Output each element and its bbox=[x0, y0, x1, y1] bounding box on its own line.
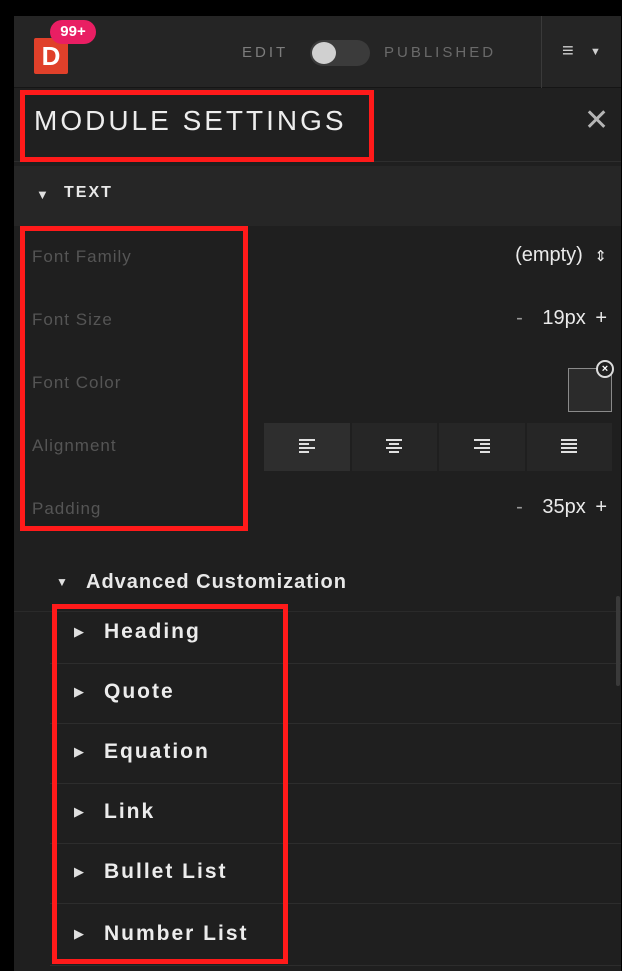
padding-label: Padding bbox=[32, 499, 102, 518]
advanced-item-label: Quote bbox=[104, 680, 175, 703]
align-justify-icon bbox=[561, 439, 578, 453]
alignment-button-group bbox=[264, 423, 612, 471]
align-center-icon bbox=[386, 439, 403, 453]
caret-down-icon: ▼ bbox=[590, 46, 601, 58]
padding-decrease-button[interactable]: - bbox=[516, 496, 523, 518]
advanced-item-number-list[interactable]: ▶ Number List bbox=[50, 906, 621, 966]
align-left-icon bbox=[298, 439, 315, 453]
advanced-item-quote[interactable]: ▶ Quote bbox=[50, 664, 621, 724]
advanced-item-label: Heading bbox=[104, 620, 201, 643]
advanced-item-label: Link bbox=[104, 800, 156, 823]
font-size-decrease-button[interactable]: - bbox=[516, 307, 523, 329]
caret-right-icon: ▶ bbox=[74, 926, 84, 941]
font-size-stepper: - 19px + bbox=[516, 307, 607, 330]
font-family-label: Font Family bbox=[32, 247, 132, 266]
alignment-label: Alignment bbox=[32, 436, 117, 455]
sort-arrows-icon: ⇕ bbox=[594, 248, 607, 265]
caret-down-icon: ▼ bbox=[36, 187, 49, 202]
toggle-knob bbox=[312, 42, 336, 64]
advanced-customization-title: Advanced Customization bbox=[86, 571, 347, 593]
hamburger-menu-icon: ≡ bbox=[562, 40, 574, 62]
align-justify-button[interactable] bbox=[526, 423, 612, 471]
font-family-value: (empty) bbox=[515, 244, 583, 266]
alignment-row: Alignment bbox=[14, 415, 621, 477]
advanced-item-label: Bullet List bbox=[104, 860, 228, 883]
text-section-header[interactable]: ▼ TEXT bbox=[14, 166, 621, 226]
edit-label: EDIT bbox=[242, 44, 289, 61]
logo-letter: D bbox=[41, 41, 61, 71]
caret-right-icon: ▶ bbox=[74, 684, 84, 699]
font-size-increase-button[interactable]: + bbox=[595, 307, 607, 329]
font-size-row: Font Size - 19px + bbox=[14, 289, 621, 351]
advanced-item-equation[interactable]: ▶ Equation bbox=[50, 724, 621, 784]
font-size-value[interactable]: 19px bbox=[542, 307, 585, 329]
advanced-item-heading[interactable]: ▶ Heading bbox=[50, 604, 621, 664]
font-family-row: Font Family (empty) ⇕ bbox=[14, 226, 621, 288]
caret-right-icon: ▶ bbox=[74, 864, 84, 879]
builder-panel: D 99+ EDIT PUBLISHED ≡ ▼ MODULE SETTINGS… bbox=[14, 16, 621, 971]
align-right-icon bbox=[473, 439, 490, 453]
close-icon[interactable]: ✕ bbox=[584, 103, 609, 138]
advanced-item-label: Equation bbox=[104, 740, 210, 763]
edit-publish-toggle[interactable] bbox=[310, 40, 370, 66]
top-bar: D 99+ EDIT PUBLISHED ≡ ▼ bbox=[14, 16, 621, 88]
padding-stepper: - 35px + bbox=[516, 496, 607, 519]
caret-right-icon: ▶ bbox=[74, 804, 84, 819]
main-menu-button[interactable]: ≡ ▼ bbox=[554, 38, 614, 68]
advanced-item-link[interactable]: ▶ Link bbox=[50, 784, 621, 844]
align-left-button[interactable] bbox=[264, 423, 350, 471]
module-settings-header: MODULE SETTINGS ✕ bbox=[14, 88, 621, 162]
advanced-item-bullet-list[interactable]: ▶ Bullet List bbox=[50, 844, 621, 904]
published-label: PUBLISHED bbox=[384, 44, 497, 61]
align-center-button[interactable] bbox=[351, 423, 437, 471]
notification-badge[interactable]: 99+ bbox=[50, 20, 96, 44]
padding-increase-button[interactable]: + bbox=[595, 496, 607, 518]
caret-right-icon: ▶ bbox=[74, 624, 84, 639]
padding-value[interactable]: 35px bbox=[542, 496, 585, 518]
advanced-item-label: Number List bbox=[104, 922, 249, 945]
caret-down-icon: ▼ bbox=[56, 575, 68, 589]
menu-divider bbox=[541, 16, 542, 88]
padding-row: Padding - 35px + bbox=[14, 478, 621, 540]
panel-scrollbar[interactable] bbox=[616, 596, 620, 686]
page-title: MODULE SETTINGS bbox=[34, 105, 347, 136]
font-size-label: Font Size bbox=[32, 310, 113, 329]
align-right-button[interactable] bbox=[439, 423, 525, 471]
clear-color-icon[interactable]: × bbox=[596, 360, 614, 378]
font-color-label: Font Color bbox=[32, 373, 122, 392]
font-family-select[interactable]: (empty) ⇕ bbox=[515, 244, 607, 267]
font-color-row: Font Color × bbox=[14, 352, 621, 414]
caret-right-icon: ▶ bbox=[74, 744, 84, 759]
text-section-title: TEXT bbox=[64, 184, 113, 201]
